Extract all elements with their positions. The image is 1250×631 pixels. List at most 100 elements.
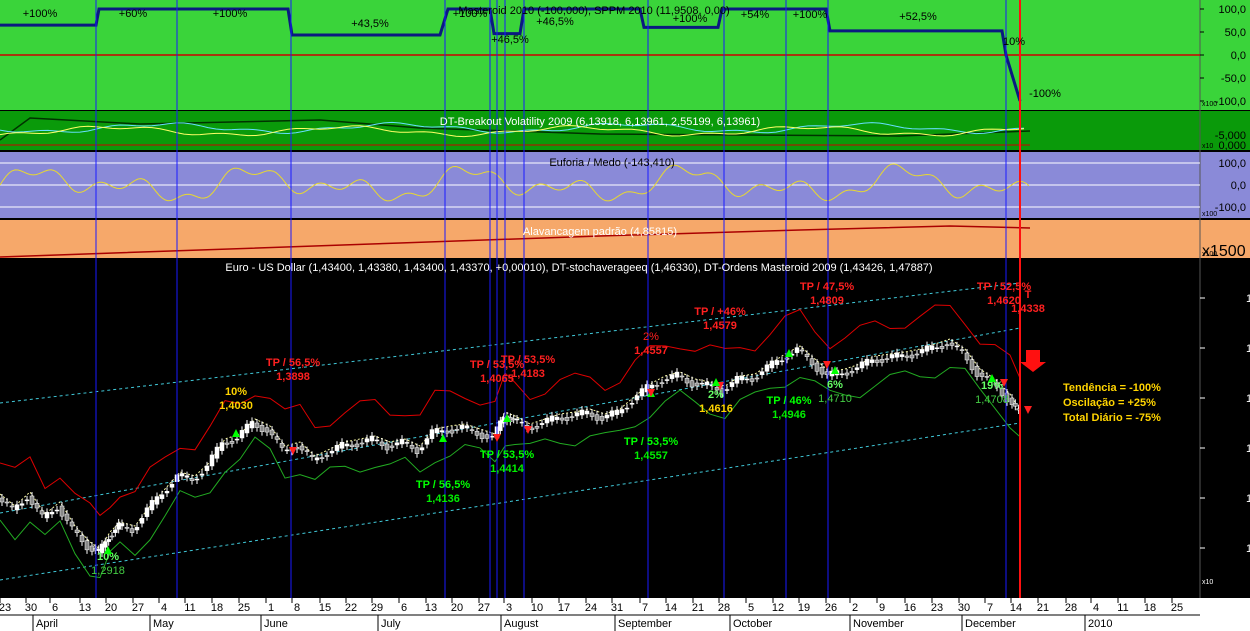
candle-body: [684, 378, 690, 384]
date-day-label: 4: [1093, 602, 1099, 614]
candle-body: [904, 355, 910, 358]
candle-body: [324, 455, 330, 457]
candle-body: [629, 402, 635, 405]
candle-body: [449, 429, 455, 434]
candle-body: [899, 354, 905, 357]
candle-body: [144, 507, 150, 517]
date-day-label: 12: [772, 602, 784, 614]
candle-body: [464, 425, 470, 429]
candle-body: [969, 359, 975, 371]
date-day-label: 30: [958, 602, 970, 614]
candle-body: [359, 442, 365, 445]
candle-body: [674, 371, 680, 378]
candle-body: [544, 417, 550, 424]
date-day-label: 7: [987, 602, 993, 614]
candle-body: [184, 475, 190, 478]
date-month-label: April: [36, 618, 58, 630]
candle-body: [314, 457, 320, 461]
candle-body: [329, 450, 335, 454]
date-day-label: 29: [371, 602, 383, 614]
signal-price: 1,4557: [634, 345, 668, 357]
price-axis-label: 1,4500: [1246, 393, 1250, 405]
masteroid-axis-label: 0,0: [1231, 50, 1246, 62]
candle-body: [769, 360, 775, 369]
candle-body: [134, 527, 140, 531]
euforia-axis-label: -100,0: [1215, 202, 1246, 214]
candle-body: [224, 442, 230, 445]
price-axis-label: 1,3000: [1246, 543, 1250, 555]
candle-body: [49, 511, 55, 515]
date-day-label: 22: [345, 602, 357, 614]
euforia-scale-tag: x100: [1202, 211, 1217, 218]
candle-body: [729, 382, 735, 387]
candle-body: [874, 359, 880, 363]
candle-body: [113, 529, 118, 533]
candle-body: [939, 346, 945, 349]
date-day-label: 25: [238, 602, 250, 614]
candle-body: [369, 435, 375, 442]
candle-body: [534, 426, 540, 429]
date-day-label: 8: [294, 602, 300, 614]
summary-oscilacao: Oscilação = +25%: [1063, 397, 1156, 409]
date-day-label: 25: [1171, 602, 1183, 614]
candle-body: [404, 442, 410, 444]
signal-price: 1,3898: [276, 371, 310, 383]
signal-price: 1,4557: [634, 450, 668, 462]
candle-body: [269, 429, 275, 436]
date-day-label: 16: [904, 602, 916, 614]
candle-body: [589, 412, 595, 417]
candle-body: [154, 496, 160, 505]
date-day-label: 20: [105, 602, 117, 614]
candle-body: [724, 389, 730, 391]
date-day-label: 11: [184, 602, 195, 614]
date-day-label: 28: [718, 602, 730, 614]
signal-price: 1,2918: [91, 565, 125, 577]
date-month-label: August: [504, 618, 538, 630]
candle-body: [699, 382, 705, 385]
date-day-label: 3: [506, 602, 512, 614]
candle-body: [744, 378, 750, 381]
candle-body: [304, 450, 310, 452]
candle-body: [106, 539, 111, 542]
signal-label: 10%: [225, 386, 247, 398]
masteroid-axis-label: 50,0: [1225, 27, 1246, 39]
date-day-label: 1: [268, 602, 274, 614]
masteroid-pct-label: +60%: [119, 8, 148, 20]
candle-body: [979, 372, 985, 377]
candle-body: [879, 359, 885, 363]
candle-body: [814, 362, 820, 372]
signal-label: TP / 53,5%: [480, 449, 534, 461]
candle-body: [764, 364, 770, 372]
candle-body: [103, 541, 108, 548]
candle-body: [384, 443, 390, 451]
date-month-label: December: [965, 618, 1016, 630]
candle-body: [79, 535, 85, 543]
candle-body: [489, 435, 495, 438]
candle-body: [669, 374, 675, 379]
signal-price: 1,4616: [699, 403, 733, 415]
candle-body: [469, 429, 475, 431]
candle-body: [64, 513, 70, 521]
masteroid-axis-label: -50,0: [1221, 73, 1246, 85]
date-day-label: 27: [132, 602, 144, 614]
candle-body: [4, 501, 10, 504]
candle-body: [119, 523, 125, 527]
date-month-label: November: [853, 618, 904, 630]
candle-body: [754, 377, 760, 380]
masteroid-pct-label: -100%: [1029, 88, 1061, 100]
date-day-label: 9: [879, 602, 885, 614]
candle-body: [779, 360, 785, 363]
summary-tendencia: Tendência = -100%: [1063, 382, 1161, 394]
date-day-label: 30: [25, 602, 37, 614]
candle-body: [344, 443, 350, 447]
signal-price: 1,4183: [511, 368, 545, 380]
euforia-title: Euforia / Medo (-143,410): [549, 157, 674, 169]
candle-body: [179, 473, 185, 477]
candle-body: [109, 535, 115, 538]
breakout-title: DT-Breakout Volatility 2009 (6,13918, 6,…: [440, 116, 760, 128]
candle-body: [189, 478, 195, 481]
signal-price: 1,4030: [219, 400, 253, 412]
masteroid-pct-label: +46,5%: [536, 16, 574, 28]
masteroid-scale-tag: x100: [1202, 101, 1217, 108]
candle-body: [204, 465, 210, 471]
